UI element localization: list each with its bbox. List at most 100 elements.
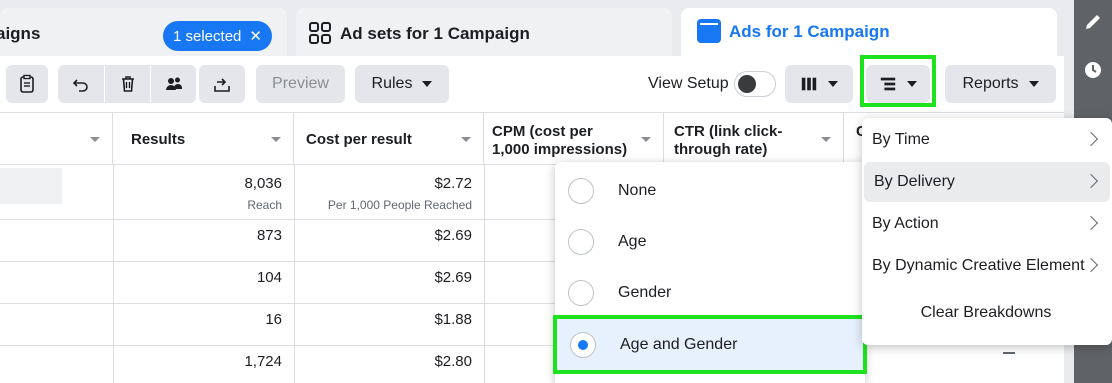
menu-item-by-action[interactable]: By Action [862,204,1110,244]
rules-button[interactable]: Rules [355,65,449,103]
column-header-cost-per-result[interactable]: Cost per result [294,113,484,165]
column-header-ctr[interactable]: CTR (link click- through rate) [664,113,844,165]
ctr-header-line1: CTR (link click- [674,123,783,140]
cost-cell: $2.69 [434,269,472,286]
undo-button[interactable] [58,65,104,103]
by-dynamic-label: By Dynamic Creative Element [872,257,1085,274]
row-divider [0,219,555,220]
option-age[interactable]: Age [555,216,860,267]
radio-gender[interactable] [568,279,594,306]
preview-button[interactable]: Preview [256,65,345,103]
results-cell: 1,724 [244,353,282,370]
chevron-down-icon [1028,81,1039,87]
cpm-header-line1: CPM (cost per [492,123,593,140]
ad-icon [697,19,721,43]
column-header-name[interactable] [0,113,113,165]
row-name-placeholder [0,168,62,204]
selected-pill[interactable]: 1 selected ✕ [163,21,272,51]
trash-icon [121,76,134,92]
results-sub: Reach [247,198,282,212]
results-cell: 16 [265,311,282,328]
results-cell: 873 [256,227,282,244]
results-cell: 8,036 Reach [113,175,294,212]
column-header-cpm[interactable]: CPM (cost per 1,000 impressions) [484,113,664,165]
sort-icon[interactable] [271,137,281,142]
column-header-results[interactable]: Results [113,113,294,165]
option-gender-label: Gender [618,283,672,301]
reports-button[interactable]: Reports [945,65,1056,103]
chevron-down-icon [828,81,838,87]
cost-header-label: Cost per result [306,131,412,148]
close-icon[interactable]: ✕ [249,27,262,45]
columns-button[interactable] [785,65,853,103]
breakdown-menu: By Time By Delivery By Action By Dynamic… [862,118,1112,345]
cost-cell: $2.80 [434,353,472,370]
sort-icon[interactable] [821,137,831,142]
tab-adsets-label: Ad sets for 1 Campaign [340,24,530,43]
chevron-right-icon [1083,257,1099,273]
option-age-and-gender-label: Age and Gender [620,335,738,353]
cost-sub: Per 1,000 People Reached [327,198,472,212]
tab-campaigns-label: aigns [0,24,41,43]
view-setup-label: View Setup [648,75,729,92]
chevron-down-icon [422,81,433,87]
by-delivery-label: By Delivery [874,173,955,190]
menu-item-by-dynamic-creative[interactable]: By Dynamic Creative Element [862,246,1110,286]
ctr-header-line2: through rate) [674,141,768,158]
radio-age-and-gender[interactable] [570,331,596,358]
tab-ads-label: Ads for 1 Campaign [729,22,890,41]
reports-label: Reports [962,75,1019,92]
results-header-label: Results [131,131,186,148]
tab-adsets[interactable]: Ad sets for 1 Campaign [296,8,672,60]
clear-breakdowns-button[interactable]: Clear Breakdowns [862,304,1110,322]
tab-campaigns[interactable]: aigns 1 selected ✕ [0,8,287,60]
undo-icon [72,79,88,92]
rules-label: Rules [371,75,413,92]
export-icon [214,78,230,92]
sort-icon[interactable] [641,137,651,142]
breakdown-options-menu: None Age Gender Age and Gender [553,162,867,383]
chevron-right-icon [1083,173,1099,189]
by-action-label: By Action [872,215,939,232]
duplicate-button[interactable] [6,65,48,103]
cost-cell: $2.72 Per 1,000 People Reached [294,175,484,212]
sort-icon[interactable] [90,137,100,142]
people-icon [165,77,182,90]
grid-icon [309,22,331,44]
delete-button[interactable] [105,65,150,103]
radio-age[interactable] [568,228,594,255]
chevron-right-icon [1083,215,1099,231]
row-divider [0,345,555,346]
results-cell: 104 [256,269,282,286]
menu-item-by-delivery[interactable]: By Delivery [864,162,1110,202]
option-gender[interactable]: Gender [555,267,860,318]
cpm-header-line2: 1,000 impressions) [492,141,628,158]
row-divider [0,261,555,262]
audience-button[interactable] [151,65,196,103]
option-age-label: Age [618,232,647,250]
columns-icon [801,77,817,91]
menu-item-by-time[interactable]: By Time [862,120,1110,160]
option-none[interactable]: None [555,165,860,216]
selected-pill-label: 1 selected [173,27,242,45]
option-age-and-gender[interactable]: Age and Gender [553,315,867,374]
export-button[interactable] [199,65,245,103]
cost-value: $2.72 [434,175,472,192]
option-none-label: None [618,181,657,199]
empty-value-dash [1003,352,1015,354]
results-value: 8,036 [244,175,282,192]
radio-none[interactable] [568,177,594,204]
sort-icon[interactable] [461,137,471,142]
column-divider [484,165,485,383]
chevron-right-icon [1083,131,1099,147]
preview-label: Preview [272,75,329,92]
by-time-label: By Time [872,131,930,148]
clipboard-icon [20,74,34,93]
view-setup-toggle[interactable] [734,71,776,97]
row-divider [0,303,555,304]
cost-cell: $2.69 [434,227,472,244]
cost-cell: $1.88 [434,311,472,328]
pencil-icon[interactable] [1083,12,1103,32]
breakdown-highlight [860,55,936,107]
clock-icon[interactable] [1083,60,1103,80]
